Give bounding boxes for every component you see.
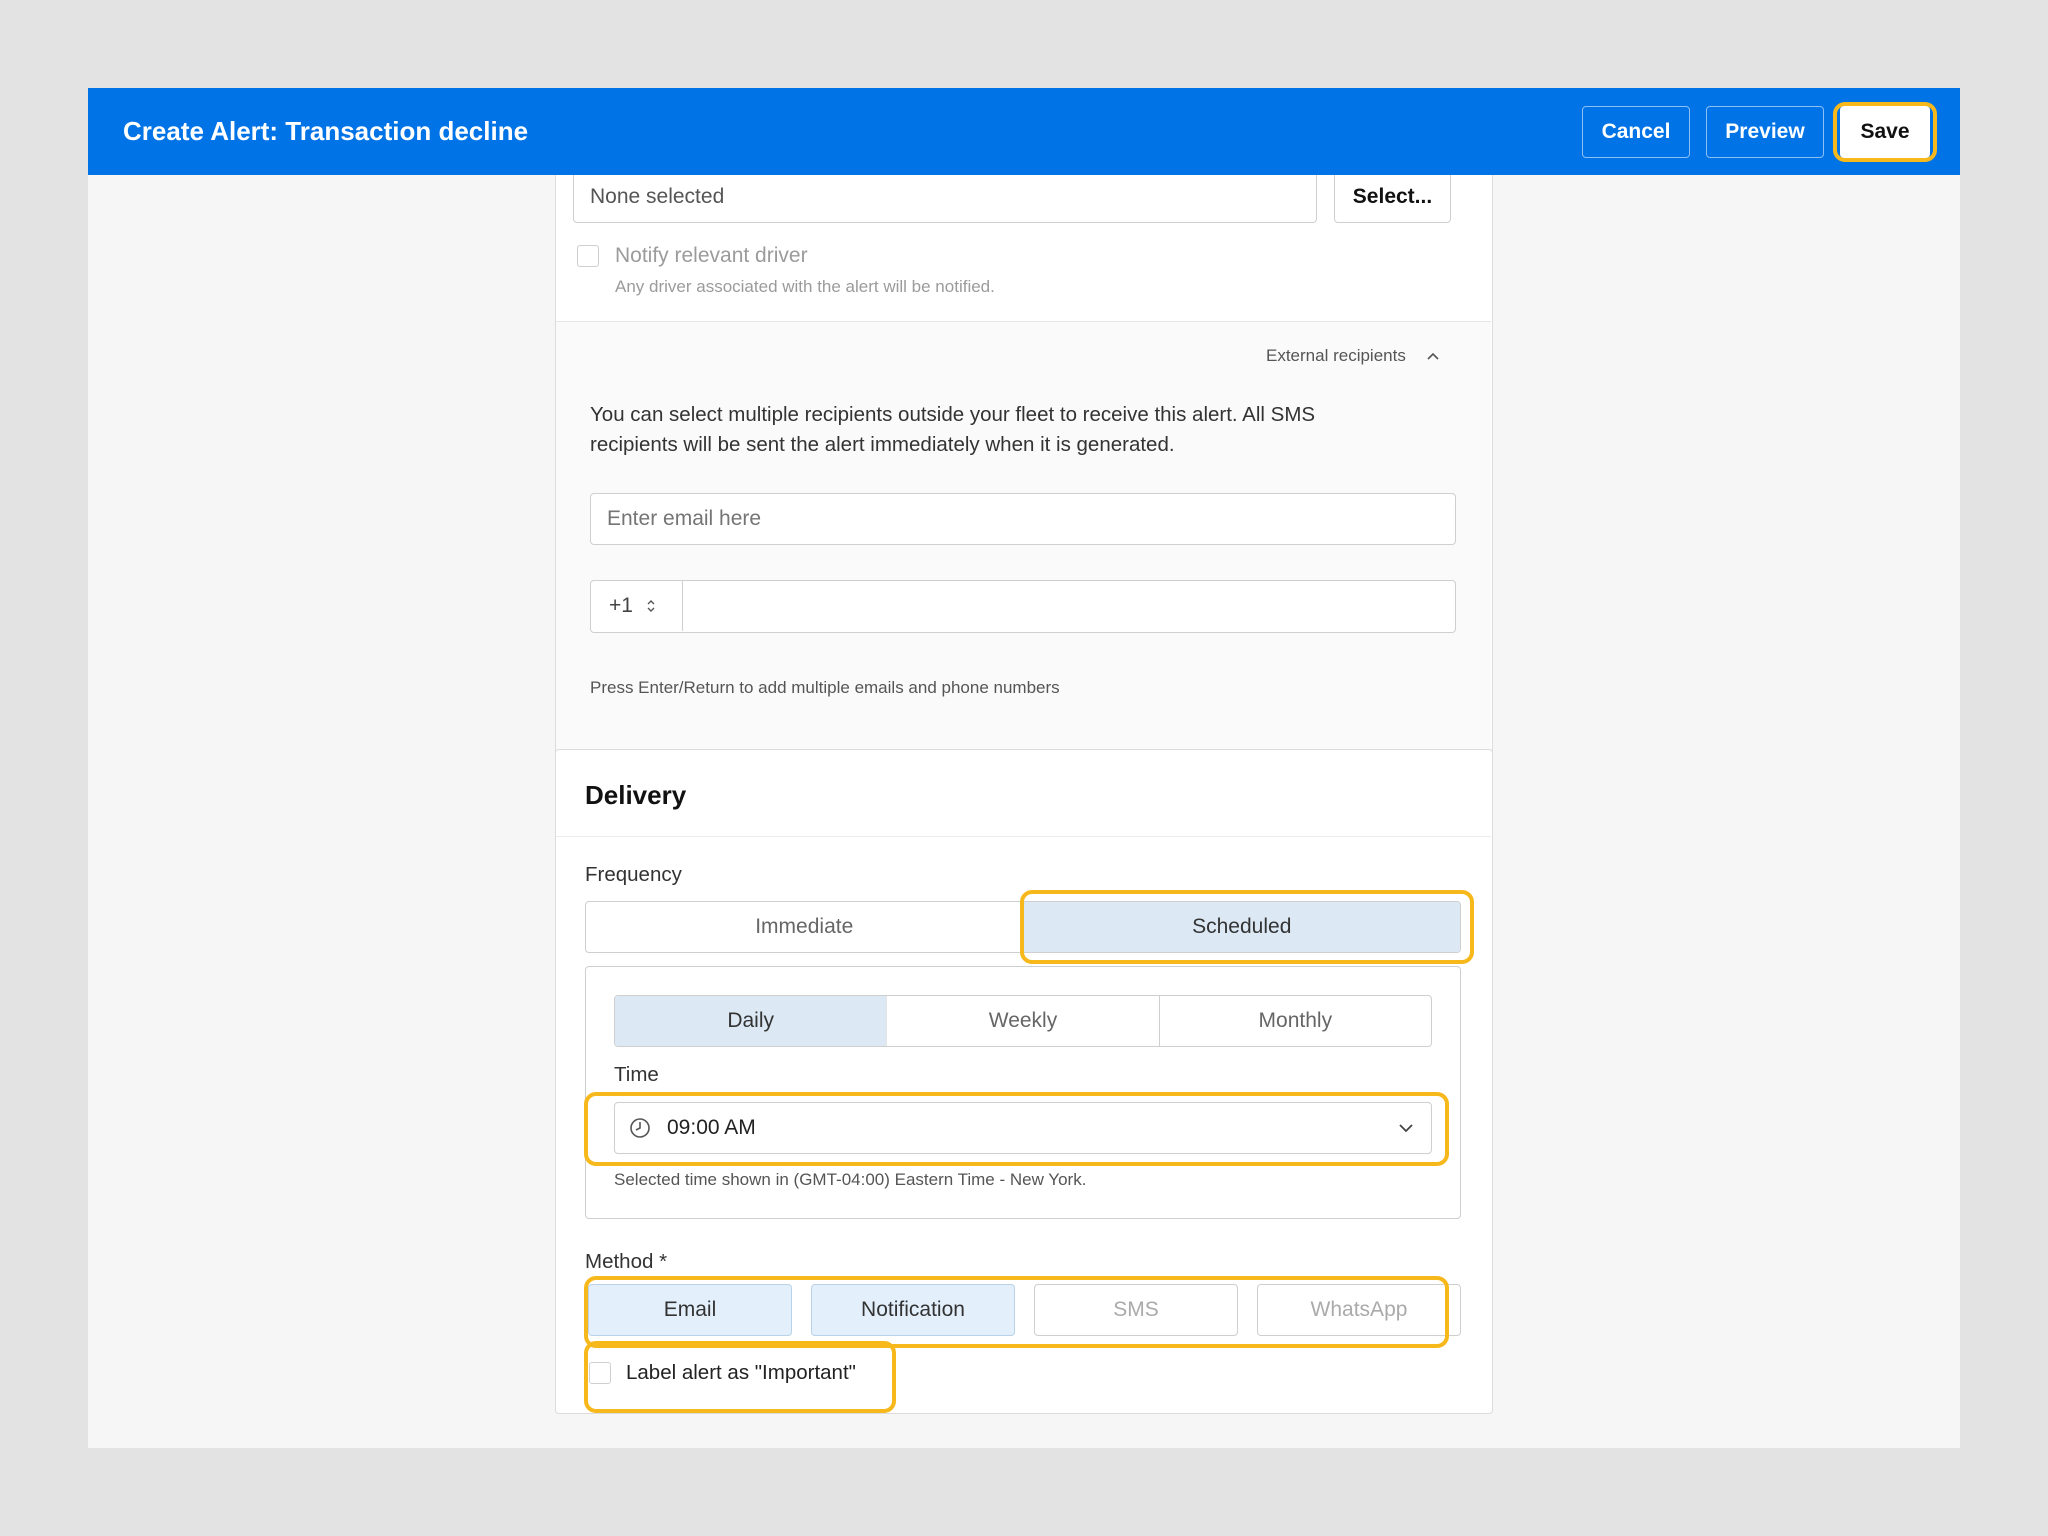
method-email[interactable]: Email xyxy=(588,1284,792,1336)
notify-driver-hint: Any driver associated with the alert wil… xyxy=(615,277,995,296)
schedule-weekly[interactable]: Weekly xyxy=(887,996,1160,1046)
header-bar: Create Alert: Transaction decline Cancel… xyxy=(88,88,1960,175)
country-code-select[interactable]: +1 xyxy=(591,581,683,631)
notify-driver-label: Notify relevant driver xyxy=(615,244,808,267)
external-recipients-description: You can select multiple recipients outsi… xyxy=(590,400,1315,460)
schedule-period-toggle: Daily Weekly Monthly xyxy=(614,995,1432,1047)
method-whatsapp[interactable]: WhatsApp xyxy=(1257,1284,1461,1336)
important-checkbox-box[interactable] xyxy=(589,1362,611,1384)
clock-icon xyxy=(630,1118,650,1138)
divider xyxy=(556,836,1491,837)
chevron-updown-icon xyxy=(647,600,655,613)
preview-button[interactable]: Preview xyxy=(1706,106,1824,158)
method-label: Method * xyxy=(585,1250,668,1273)
phone-number-input[interactable] xyxy=(685,581,1453,631)
frequency-toggle: Immediate Scheduled xyxy=(585,901,1461,953)
description-line-1: You can select multiple recipients outsi… xyxy=(590,403,1316,426)
description-line-2: recipients will be sent the alert immedi… xyxy=(590,433,1175,456)
frequency-scheduled[interactable]: Scheduled xyxy=(1023,902,1460,952)
chevron-up-icon xyxy=(1427,352,1439,360)
schedule-daily[interactable]: Daily xyxy=(615,996,888,1046)
external-recipients-label: External recipients xyxy=(1266,346,1406,365)
notify-driver-checkbox[interactable] xyxy=(577,245,599,267)
select-recipients-button[interactable]: Select... xyxy=(1334,171,1451,223)
external-recipients-toggle[interactable]: External recipients xyxy=(1266,346,1441,366)
page-title: Create Alert: Transaction decline xyxy=(123,116,529,146)
time-value: 09:00 AM xyxy=(667,1116,756,1139)
frequency-immediate[interactable]: Immediate xyxy=(586,902,1024,952)
schedule-monthly[interactable]: Monthly xyxy=(1160,996,1431,1046)
recipients-select-input[interactable]: None selected xyxy=(573,171,1317,223)
recipients-card: None selected Select... Notify relevant … xyxy=(555,148,1493,804)
time-hint: Selected time shown in (GMT-04:00) Easte… xyxy=(614,1170,1087,1189)
external-recipients-hint: Press Enter/Return to add multiple email… xyxy=(590,678,1060,697)
schedule-panel: Daily Weekly Monthly Time 09:00 AM Selec… xyxy=(585,966,1461,1219)
country-code-value: +1 xyxy=(609,594,633,617)
frequency-label: Frequency xyxy=(585,863,682,886)
app-window: Create Alert: Transaction decline Cancel… xyxy=(88,88,1960,1448)
time-label: Time xyxy=(614,1063,659,1086)
time-select[interactable]: 09:00 AM xyxy=(614,1102,1432,1154)
method-notification[interactable]: Notification xyxy=(811,1284,1015,1336)
method-sms[interactable]: SMS xyxy=(1034,1284,1238,1336)
chevron-down-icon xyxy=(1399,1124,1413,1133)
phone-input-group: +1 xyxy=(590,580,1456,633)
delivery-title: Delivery xyxy=(585,780,687,810)
important-label: Label alert as "Important" xyxy=(626,1361,856,1384)
external-email-input[interactable] xyxy=(590,493,1456,545)
save-button[interactable]: Save xyxy=(1840,106,1930,158)
external-recipients-section: External recipients You can select multi… xyxy=(556,321,1491,803)
cancel-button[interactable]: Cancel xyxy=(1582,106,1690,158)
